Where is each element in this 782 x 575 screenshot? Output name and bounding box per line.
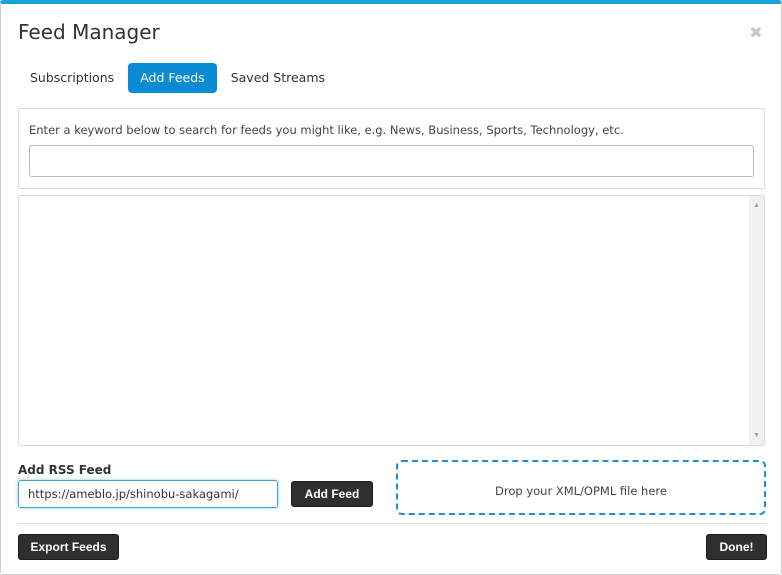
dropzone-text: Drop your XML/OPML file here — [495, 484, 667, 498]
tab-add-feeds[interactable]: Add Feeds — [128, 63, 217, 93]
search-hint: Enter a keyword below to search for feed… — [29, 123, 624, 137]
results-scrollbar[interactable]: ▲ ▼ — [749, 196, 764, 445]
add-feed-button[interactable]: Add Feed — [291, 481, 373, 507]
dialog-title: Feed Manager — [18, 20, 160, 44]
add-rss-label: Add RSS Feed — [18, 463, 112, 477]
rss-url-input[interactable] — [18, 480, 278, 508]
search-results-list[interactable]: ▲ ▼ — [18, 195, 765, 446]
tab-subscriptions[interactable]: Subscriptions — [18, 63, 126, 93]
tab-saved-streams[interactable]: Saved Streams — [219, 63, 337, 93]
footer-divider — [18, 523, 766, 524]
search-panel: Enter a keyword below to search for feed… — [18, 108, 765, 189]
feed-search-input[interactable] — [29, 145, 754, 177]
done-button[interactable]: Done! — [706, 534, 767, 560]
scroll-up-arrow-icon[interactable]: ▲ — [749, 198, 764, 213]
opml-dropzone[interactable]: Drop your XML/OPML file here — [396, 460, 766, 515]
export-feeds-button[interactable]: Export Feeds — [18, 534, 119, 560]
close-icon[interactable]: ✖ — [749, 25, 763, 41]
scroll-down-arrow-icon[interactable]: ▼ — [749, 428, 764, 443]
tab-bar: Subscriptions Add Feeds Saved Streams — [18, 63, 339, 93]
feed-manager-dialog: Feed Manager ✖ Subscriptions Add Feeds S… — [0, 0, 782, 575]
